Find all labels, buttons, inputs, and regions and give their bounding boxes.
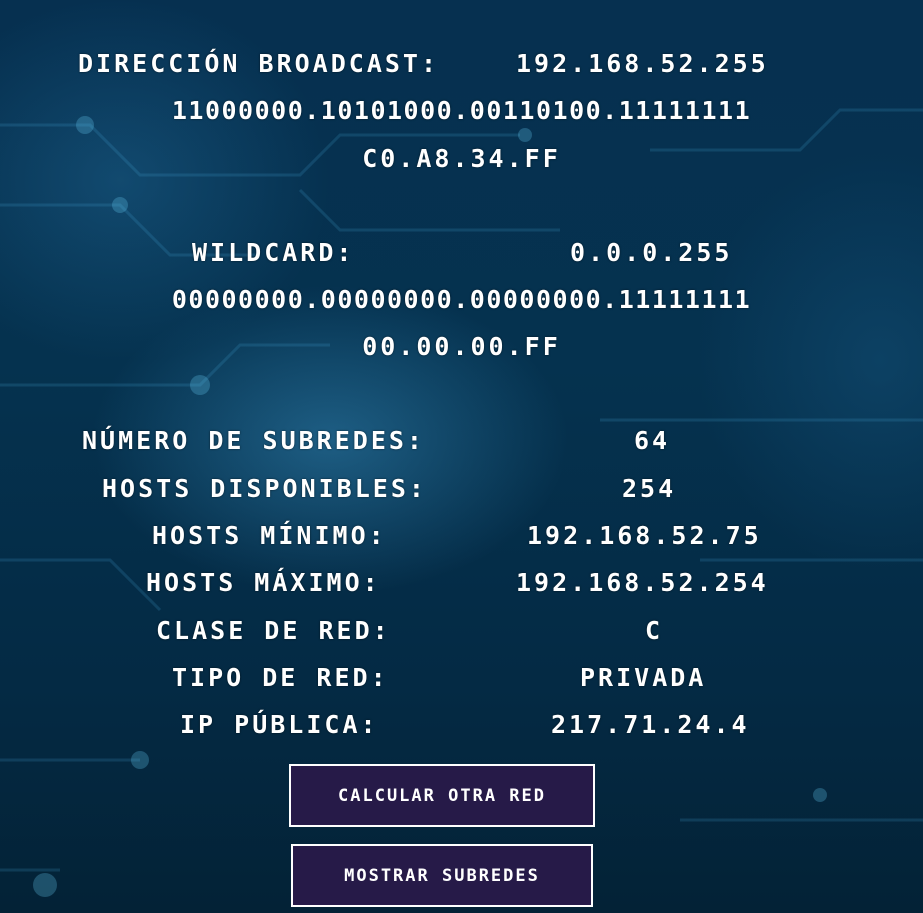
broadcast-label: DIRECCIÓN BROADCAST:: [78, 49, 440, 78]
network-class-label: CLASE DE RED:: [156, 616, 391, 645]
wildcard-hex: 00.00.00.FF: [362, 332, 561, 361]
hosts-min-value: 192.168.52.75: [527, 521, 762, 550]
detail-row-subnets: NÚMERO DE SUBREDES: 64: [0, 421, 923, 461]
detail-row-public-ip: IP PÚBLICA: 217.71.24.4: [0, 705, 923, 745]
calculate-another-network-button[interactable]: CALCULAR OTRA RED: [289, 764, 595, 827]
broadcast-binary-row: 11000000.10101000.00110100.11111111: [0, 91, 923, 131]
detail-row-type: TIPO DE RED: PRIVADA: [0, 658, 923, 698]
broadcast-hex: C0.A8.34.FF: [362, 144, 561, 173]
network-type-label: TIPO DE RED:: [172, 663, 389, 692]
detail-row-hosts-available: HOSTS DISPONIBLES: 254: [0, 469, 923, 509]
detail-row-hosts-max: HOSTS MÁXIMO: 192.168.52.254: [0, 563, 923, 603]
broadcast-hex-row: C0.A8.34.FF: [0, 139, 923, 179]
wildcard-row: WILDCARD: 0.0.0.255: [0, 233, 923, 273]
show-subnets-button[interactable]: MOSTRAR SUBREDES: [291, 844, 593, 907]
network-type-value: PRIVADA: [580, 663, 707, 692]
hosts-max-value: 192.168.52.254: [516, 568, 769, 597]
hosts-available-value: 254: [622, 474, 677, 503]
detail-row-class: CLASE DE RED: C: [0, 611, 923, 651]
broadcast-value: 192.168.52.255: [516, 49, 769, 78]
hosts-max-label: HOSTS MÁXIMO:: [146, 568, 381, 597]
hosts-available-label: HOSTS DISPONIBLES:: [102, 474, 427, 503]
broadcast-binary: 11000000.10101000.00110100.11111111: [171, 96, 752, 125]
network-class-value: C: [645, 616, 664, 645]
hosts-min-label: HOSTS MÍNIMO:: [152, 521, 387, 550]
wildcard-value: 0.0.0.255: [570, 238, 733, 267]
subnets-label: NÚMERO DE SUBREDES:: [82, 426, 425, 455]
subnets-value: 64: [634, 426, 671, 455]
wildcard-hex-row: 00.00.00.FF: [0, 327, 923, 367]
wildcard-binary: 00000000.00000000.00000000.11111111: [171, 285, 752, 314]
wildcard-label: WILDCARD:: [192, 238, 355, 267]
broadcast-row: DIRECCIÓN BROADCAST: 192.168.52.255: [0, 44, 923, 84]
wildcard-binary-row: 00000000.00000000.00000000.11111111: [0, 280, 923, 320]
detail-row-hosts-min: HOSTS MÍNIMO: 192.168.52.75: [0, 516, 923, 556]
public-ip-label: IP PÚBLICA:: [180, 710, 379, 739]
public-ip-value: 217.71.24.4: [551, 710, 750, 739]
